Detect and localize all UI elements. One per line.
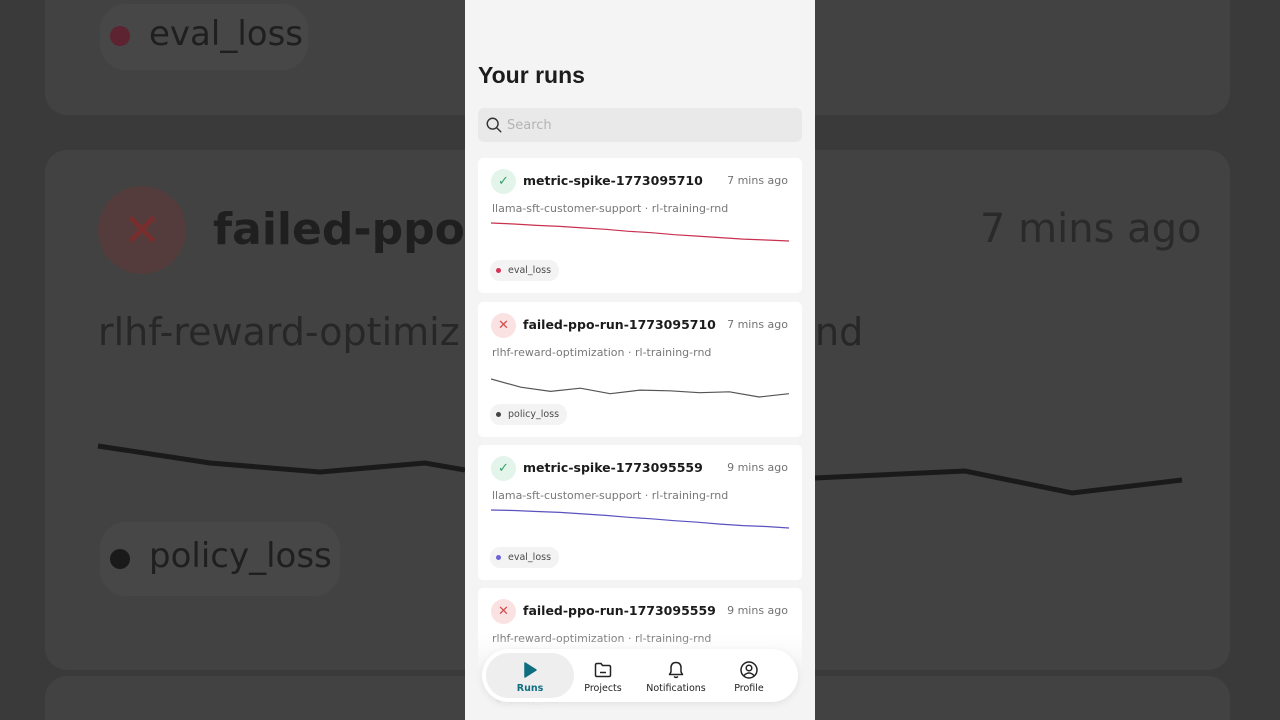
run-subtitle: rlhf-reward-optimization · rl-training-r… bbox=[492, 346, 712, 359]
metric-tag: eval_loss bbox=[490, 547, 560, 568]
metric-tag: eval_loss bbox=[490, 260, 560, 281]
run-sparkline bbox=[491, 222, 789, 242]
metric-label: eval_loss bbox=[508, 552, 552, 563]
bg-metric-dot-bottom bbox=[110, 549, 130, 569]
search-icon bbox=[486, 117, 502, 133]
metric-dot-icon bbox=[496, 412, 501, 417]
failed-x-icon: ✕ bbox=[491, 599, 516, 624]
failed-x-icon: ✕ bbox=[491, 313, 516, 338]
run-card[interactable]: ✕ failed-ppo-run-1773095710 7 mins ago r… bbox=[478, 302, 802, 437]
run-time: 9 mins ago bbox=[727, 461, 788, 474]
run-sparkline bbox=[491, 509, 789, 529]
profile-icon bbox=[740, 661, 758, 679]
bottom-tab-bar: Runs Projects Notifications Profile bbox=[482, 649, 798, 702]
search-bar[interactable] bbox=[478, 108, 802, 142]
run-subtitle: llama-sft-customer-support · rl-training… bbox=[492, 489, 729, 502]
phone-screen: Your runs ✓ metric-spike-1773095710 7 mi… bbox=[465, 0, 815, 720]
run-name: failed-ppo-run-1773095559 bbox=[523, 603, 716, 618]
sparkline-path bbox=[491, 222, 789, 242]
metric-label: policy_loss bbox=[508, 409, 560, 420]
folder-icon bbox=[594, 662, 612, 678]
run-time: 7 mins ago bbox=[727, 318, 788, 331]
success-check-icon: ✓ bbox=[491, 456, 516, 481]
run-card[interactable]: ✓ metric-spike-1773095710 7 mins ago lla… bbox=[478, 158, 802, 293]
run-name: metric-spike-1773095710 bbox=[523, 173, 703, 188]
run-card[interactable]: ✓ metric-spike-1773095559 9 mins ago lla… bbox=[478, 445, 802, 580]
run-name: failed-ppo-run-1773095710 bbox=[523, 317, 716, 332]
metric-dot-icon bbox=[496, 268, 501, 273]
page-title: Your runs bbox=[478, 62, 585, 88]
metric-label: eval_loss bbox=[508, 265, 552, 276]
run-sparkline bbox=[491, 378, 789, 398]
sparkline-path bbox=[491, 378, 789, 398]
tab-profile[interactable]: Profile bbox=[705, 653, 793, 698]
success-check-icon: ✓ bbox=[491, 169, 516, 194]
run-time: 9 mins ago bbox=[727, 604, 788, 617]
run-time: 7 mins ago bbox=[727, 174, 788, 187]
play-icon bbox=[524, 662, 537, 678]
bg-metric-bottom: policy_loss bbox=[149, 536, 332, 576]
metric-dot-icon bbox=[496, 555, 501, 560]
sparkline-path bbox=[491, 509, 789, 529]
bell-icon bbox=[668, 661, 684, 679]
search-input[interactable] bbox=[507, 108, 792, 142]
run-name: metric-spike-1773095559 bbox=[523, 460, 703, 475]
run-subtitle: llama-sft-customer-support · rl-training… bbox=[492, 202, 729, 215]
tab-label: Profile bbox=[734, 683, 764, 694]
metric-tag: policy_loss bbox=[490, 404, 568, 425]
